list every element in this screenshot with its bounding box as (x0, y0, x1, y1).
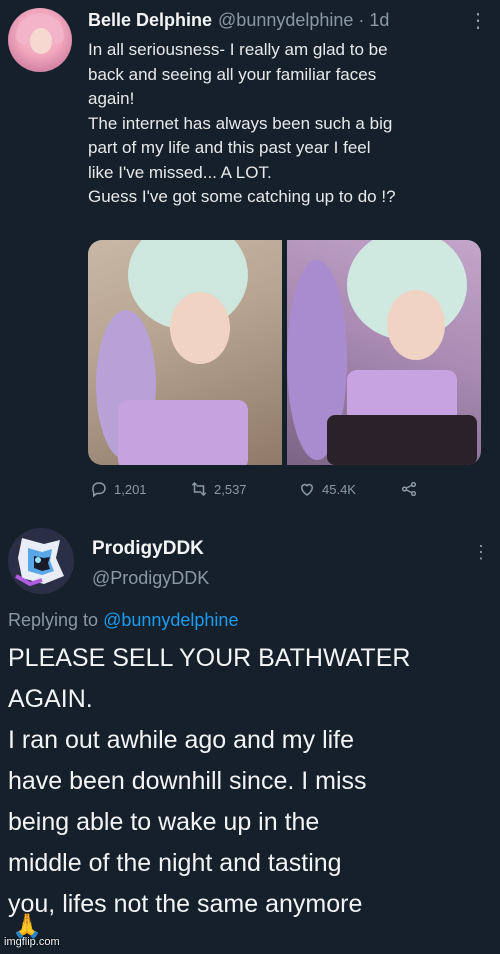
photo-face (387, 290, 445, 360)
tweet-text-line: being able to wake up in the (8, 808, 320, 836)
share-button[interactable] (400, 480, 418, 498)
avatar-face (30, 28, 52, 54)
more-options-icon[interactable]: ⋮ (472, 542, 490, 563)
tweet-text-line: In all seriousness- I really am glad to … (88, 40, 388, 59)
photo-face (170, 292, 230, 364)
tweet-original[interactable]: Belle Delphine @bunnydelphine · 1d ⋮ In a… (0, 0, 500, 508)
tweet-text-line: The internet has always been such a big (88, 113, 393, 133)
tweet-text-line: PLEASE SELL YOUR BATHWATER (8, 644, 411, 672)
reply-button[interactable]: 1,201 (90, 480, 147, 498)
retweet-icon (191, 481, 207, 497)
share-icon (401, 481, 417, 497)
replying-to-mention[interactable]: @bunnydelphine (103, 610, 238, 630)
avatar[interactable] (8, 8, 72, 72)
tweet-text-line: you, lifes not the same anymore (8, 890, 363, 918)
author-name[interactable]: ProdigyDDK (92, 538, 204, 560)
more-options-icon[interactable]: ⋮ (468, 8, 488, 33)
tweet-text-line: like I've missed... A LOT. (88, 162, 272, 182)
watermark: imgflip.com (4, 936, 60, 948)
tweet-text-line: I ran out awhile ago and my life (8, 726, 355, 754)
retweet-count: 2,537 (214, 481, 247, 497)
photo-shorts (327, 415, 477, 465)
tweet-reply[interactable]: ProdigyDDK @ProdigyDDK ⋮ Replying to @bu… (0, 508, 500, 954)
author-handle[interactable]: @ProdigyDDK (92, 568, 209, 589)
replying-to-prefix: Replying to (8, 610, 99, 630)
tweet-header: Belle Delphine @bunnydelphine · 1d (88, 10, 389, 31)
tweet-text: In all seriousness- I really am glad to … (88, 38, 488, 210)
tweet-text: PLEASE SELL YOUR BATHWATER AGAIN. I ran … (8, 638, 494, 925)
replying-to: Replying to @bunnydelphine (8, 610, 238, 631)
avatar-wolf-icon (8, 528, 74, 594)
author-name[interactable]: Belle Delphine (88, 10, 212, 30)
tweet-text-line: middle of the night and tasting (8, 849, 342, 877)
reply-count: 1,201 (114, 481, 147, 497)
tweet-text-line: AGAIN. (8, 685, 93, 713)
avatar[interactable] (8, 528, 74, 594)
tweet-text-line: again! (88, 89, 135, 108)
tweet-text-line: have been downhill since. I miss (8, 767, 367, 795)
tweet-photo-1[interactable] (88, 240, 282, 465)
like-icon (300, 483, 314, 496)
photo-top (118, 400, 248, 465)
tweet-text-line: Guess I've got some catching up to do !? (88, 187, 396, 206)
like-count: 45.4K (322, 481, 356, 497)
retweet-button[interactable]: 2,537 (190, 480, 247, 498)
tweet-photo-2[interactable] (287, 240, 481, 465)
reply-icon (92, 482, 106, 498)
tweet-text-line: part of my life and this past year I fee… (88, 138, 371, 157)
tweet-actions: 1,201 2,537 45.4K (88, 480, 488, 502)
author-handle[interactable]: @bunnydelphine · 1d (218, 10, 389, 30)
like-button[interactable]: 45.4K (298, 480, 356, 498)
tweet-text-line: back and seeing all your familiar faces (88, 64, 377, 84)
